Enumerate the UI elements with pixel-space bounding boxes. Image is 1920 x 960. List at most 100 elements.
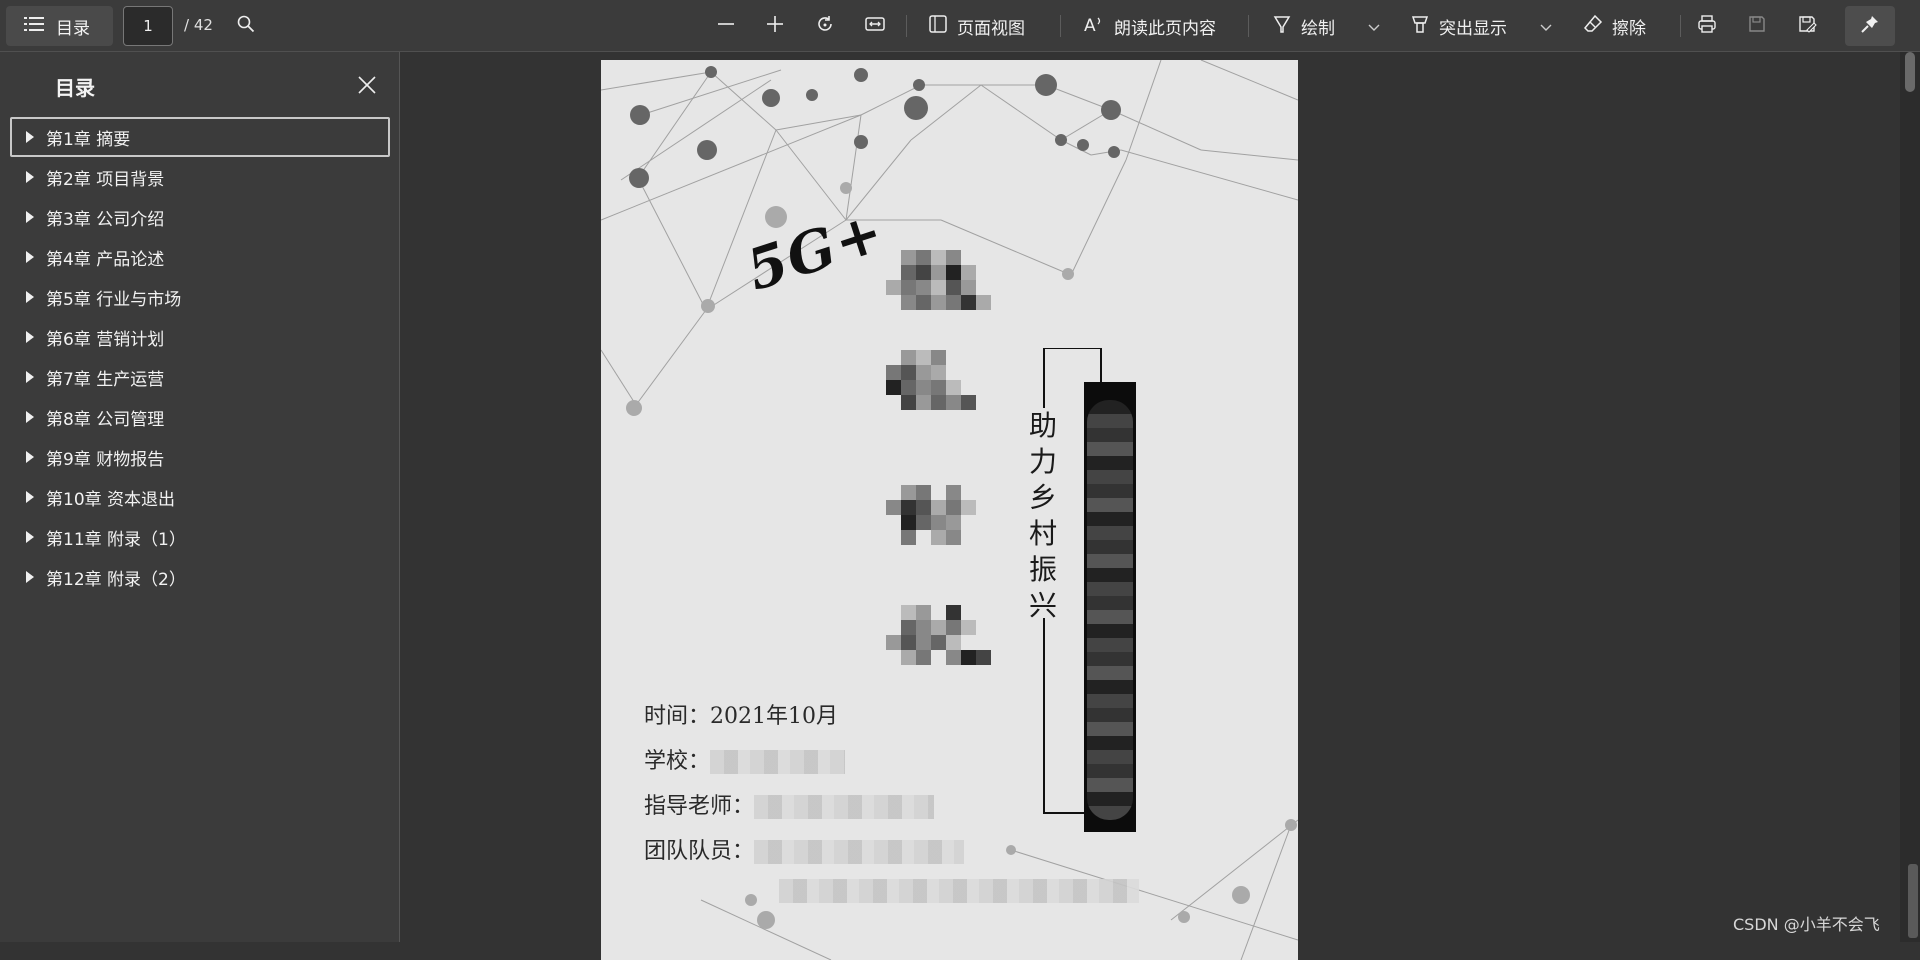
save-as-button[interactable] xyxy=(1791,10,1823,42)
toc-item[interactable]: 第4章 产品论述 xyxy=(10,237,390,277)
list-icon xyxy=(24,16,44,37)
school-line: 学校： xyxy=(644,743,846,775)
close-icon xyxy=(358,76,376,98)
redacted-team xyxy=(754,840,965,864)
rotate-button[interactable] xyxy=(809,10,841,42)
page-number-input[interactable]: 1 xyxy=(123,6,173,46)
blurred-mosaic xyxy=(1087,400,1133,820)
printer-icon xyxy=(1697,14,1717,38)
team-label: 团队队员： xyxy=(644,839,755,864)
toc-item-label: 第11章 附录（1） xyxy=(46,529,186,550)
slogan-vertical-text: 助力乡村振兴 xyxy=(1028,409,1057,622)
caret-right-icon[interactable] xyxy=(26,371,34,383)
zoom-in-button[interactable] xyxy=(759,10,791,42)
eraser-icon xyxy=(1583,14,1603,38)
toc-item-label: 第4章 产品论述 xyxy=(46,249,165,270)
time-line: 时间：2021年10月 xyxy=(644,704,838,729)
toc-toggle-label: 目录 xyxy=(56,18,90,39)
chevron-down-icon xyxy=(1540,17,1552,36)
team-line-2 xyxy=(779,878,1139,903)
scrollbar-lower-thumb[interactable] xyxy=(1908,864,1918,938)
draw-button[interactable]: 绘制 xyxy=(1272,8,1335,44)
csdn-watermark: CSDN @小羊不会飞 xyxy=(1733,915,1880,934)
search-icon xyxy=(237,15,255,37)
school-label: 学校： xyxy=(644,749,711,774)
page-view-button[interactable]: 页面视图 xyxy=(928,8,1025,44)
erase-button[interactable]: 擦除 xyxy=(1583,8,1646,44)
search-button[interactable] xyxy=(230,10,262,42)
toc-item[interactable]: 第2章 项目背景 xyxy=(10,157,390,197)
caret-right-icon[interactable] xyxy=(26,411,34,423)
highlight-options-dropdown[interactable] xyxy=(1530,10,1562,42)
toc-sidebar: 目录 第1章 摘要 第2章 项目背景 第3章 公司介绍 第4章 产品论述 第5章… xyxy=(0,52,400,942)
toolbar-divider xyxy=(1248,15,1249,37)
toc-list: 第1章 摘要 第2章 项目背景 第3章 公司介绍 第4章 产品论述 第5章 行业… xyxy=(10,117,390,597)
toolbar-divider xyxy=(1680,15,1681,37)
draw-options-dropdown[interactable] xyxy=(1358,10,1390,42)
close-sidebar-button[interactable] xyxy=(352,72,382,102)
erase-label: 擦除 xyxy=(1612,18,1646,39)
scrollbar-thumb[interactable] xyxy=(1905,52,1915,92)
caret-right-icon[interactable] xyxy=(26,331,34,343)
fit-width-icon xyxy=(865,16,885,36)
read-aloud-icon: A xyxy=(1083,14,1105,38)
redacted-school xyxy=(710,750,846,774)
toolbar-divider xyxy=(1060,15,1061,37)
toc-item[interactable]: 第12章 附录（2） xyxy=(10,557,390,597)
toc-item-label: 第3章 公司介绍 xyxy=(46,209,165,230)
caret-right-icon[interactable] xyxy=(26,491,34,503)
advisor-line: 指导老师： xyxy=(644,788,935,820)
read-aloud-button[interactable]: A 朗读此页内容 xyxy=(1083,8,1216,44)
caret-right-icon[interactable] xyxy=(26,531,34,543)
caret-right-icon[interactable] xyxy=(26,211,34,223)
vertical-scrollbar[interactable] xyxy=(1900,52,1920,942)
toc-item-label: 第8章 公司管理 xyxy=(46,409,165,430)
pin-icon xyxy=(1860,14,1880,38)
save-button[interactable] xyxy=(1741,10,1773,42)
read-aloud-label: 朗读此页内容 xyxy=(1114,18,1216,39)
pin-toolbar-button[interactable] xyxy=(1845,6,1895,46)
toc-item-label: 第9章 财物报告 xyxy=(46,449,165,470)
caret-right-icon[interactable] xyxy=(26,171,34,183)
pixelated-title xyxy=(886,250,991,665)
advisor-label: 指导老师： xyxy=(644,794,755,819)
print-button[interactable] xyxy=(1691,10,1723,42)
obscured-name-bar xyxy=(1084,382,1136,832)
caret-right-icon[interactable] xyxy=(26,131,34,143)
toc-item[interactable]: 第6章 营销计划 xyxy=(10,317,390,357)
toc-item[interactable]: 第10章 资本退出 xyxy=(10,477,390,517)
toc-item-label: 第6章 营销计划 xyxy=(46,329,165,350)
toc-item[interactable]: 第7章 生产运营 xyxy=(10,357,390,397)
svg-text:A: A xyxy=(1084,16,1096,34)
toc-item-label: 第12章 附录（2） xyxy=(46,569,186,590)
page-total: / 42 xyxy=(184,16,213,34)
toc-item-label: 第2章 项目背景 xyxy=(46,169,165,190)
sidebar-title: 目录 xyxy=(55,76,95,100)
page-view-label: 页面视图 xyxy=(957,18,1025,39)
save-icon xyxy=(1747,14,1767,38)
caret-right-icon[interactable] xyxy=(26,251,34,263)
caret-right-icon[interactable] xyxy=(26,571,34,583)
team-line: 团队队员： xyxy=(644,833,965,865)
draw-icon xyxy=(1272,14,1292,38)
save-as-icon xyxy=(1797,14,1817,38)
highlight-button[interactable]: 突出显示 xyxy=(1410,8,1507,44)
fit-width-button[interactable] xyxy=(859,10,891,42)
top-toolbar: 目录 1 / 42 页面视图 A 朗读此页内容 绘制 突出显示 擦除 xyxy=(0,0,1920,52)
toc-toggle-button[interactable]: 目录 xyxy=(6,6,113,46)
toc-item[interactable]: 第5章 行业与市场 xyxy=(10,277,390,317)
toc-item[interactable]: 第11章 附录（1） xyxy=(10,517,390,557)
chevron-down-icon xyxy=(1368,17,1380,36)
toc-item-label: 第1章 摘要 xyxy=(46,129,131,150)
caret-right-icon[interactable] xyxy=(26,451,34,463)
toc-item[interactable]: 第9章 财物报告 xyxy=(10,437,390,477)
toc-item[interactable]: 第1章 摘要 xyxy=(10,117,390,157)
toc-item[interactable]: 第8章 公司管理 xyxy=(10,397,390,437)
toc-item[interactable]: 第3章 公司介绍 xyxy=(10,197,390,237)
redacted-advisor xyxy=(754,795,935,819)
caret-right-icon[interactable] xyxy=(26,291,34,303)
redacted-team xyxy=(779,879,1139,903)
zoom-out-button[interactable] xyxy=(710,10,742,42)
toc-item-label: 第7章 生产运营 xyxy=(46,369,165,390)
toc-item-label: 第5章 行业与市场 xyxy=(46,289,182,310)
